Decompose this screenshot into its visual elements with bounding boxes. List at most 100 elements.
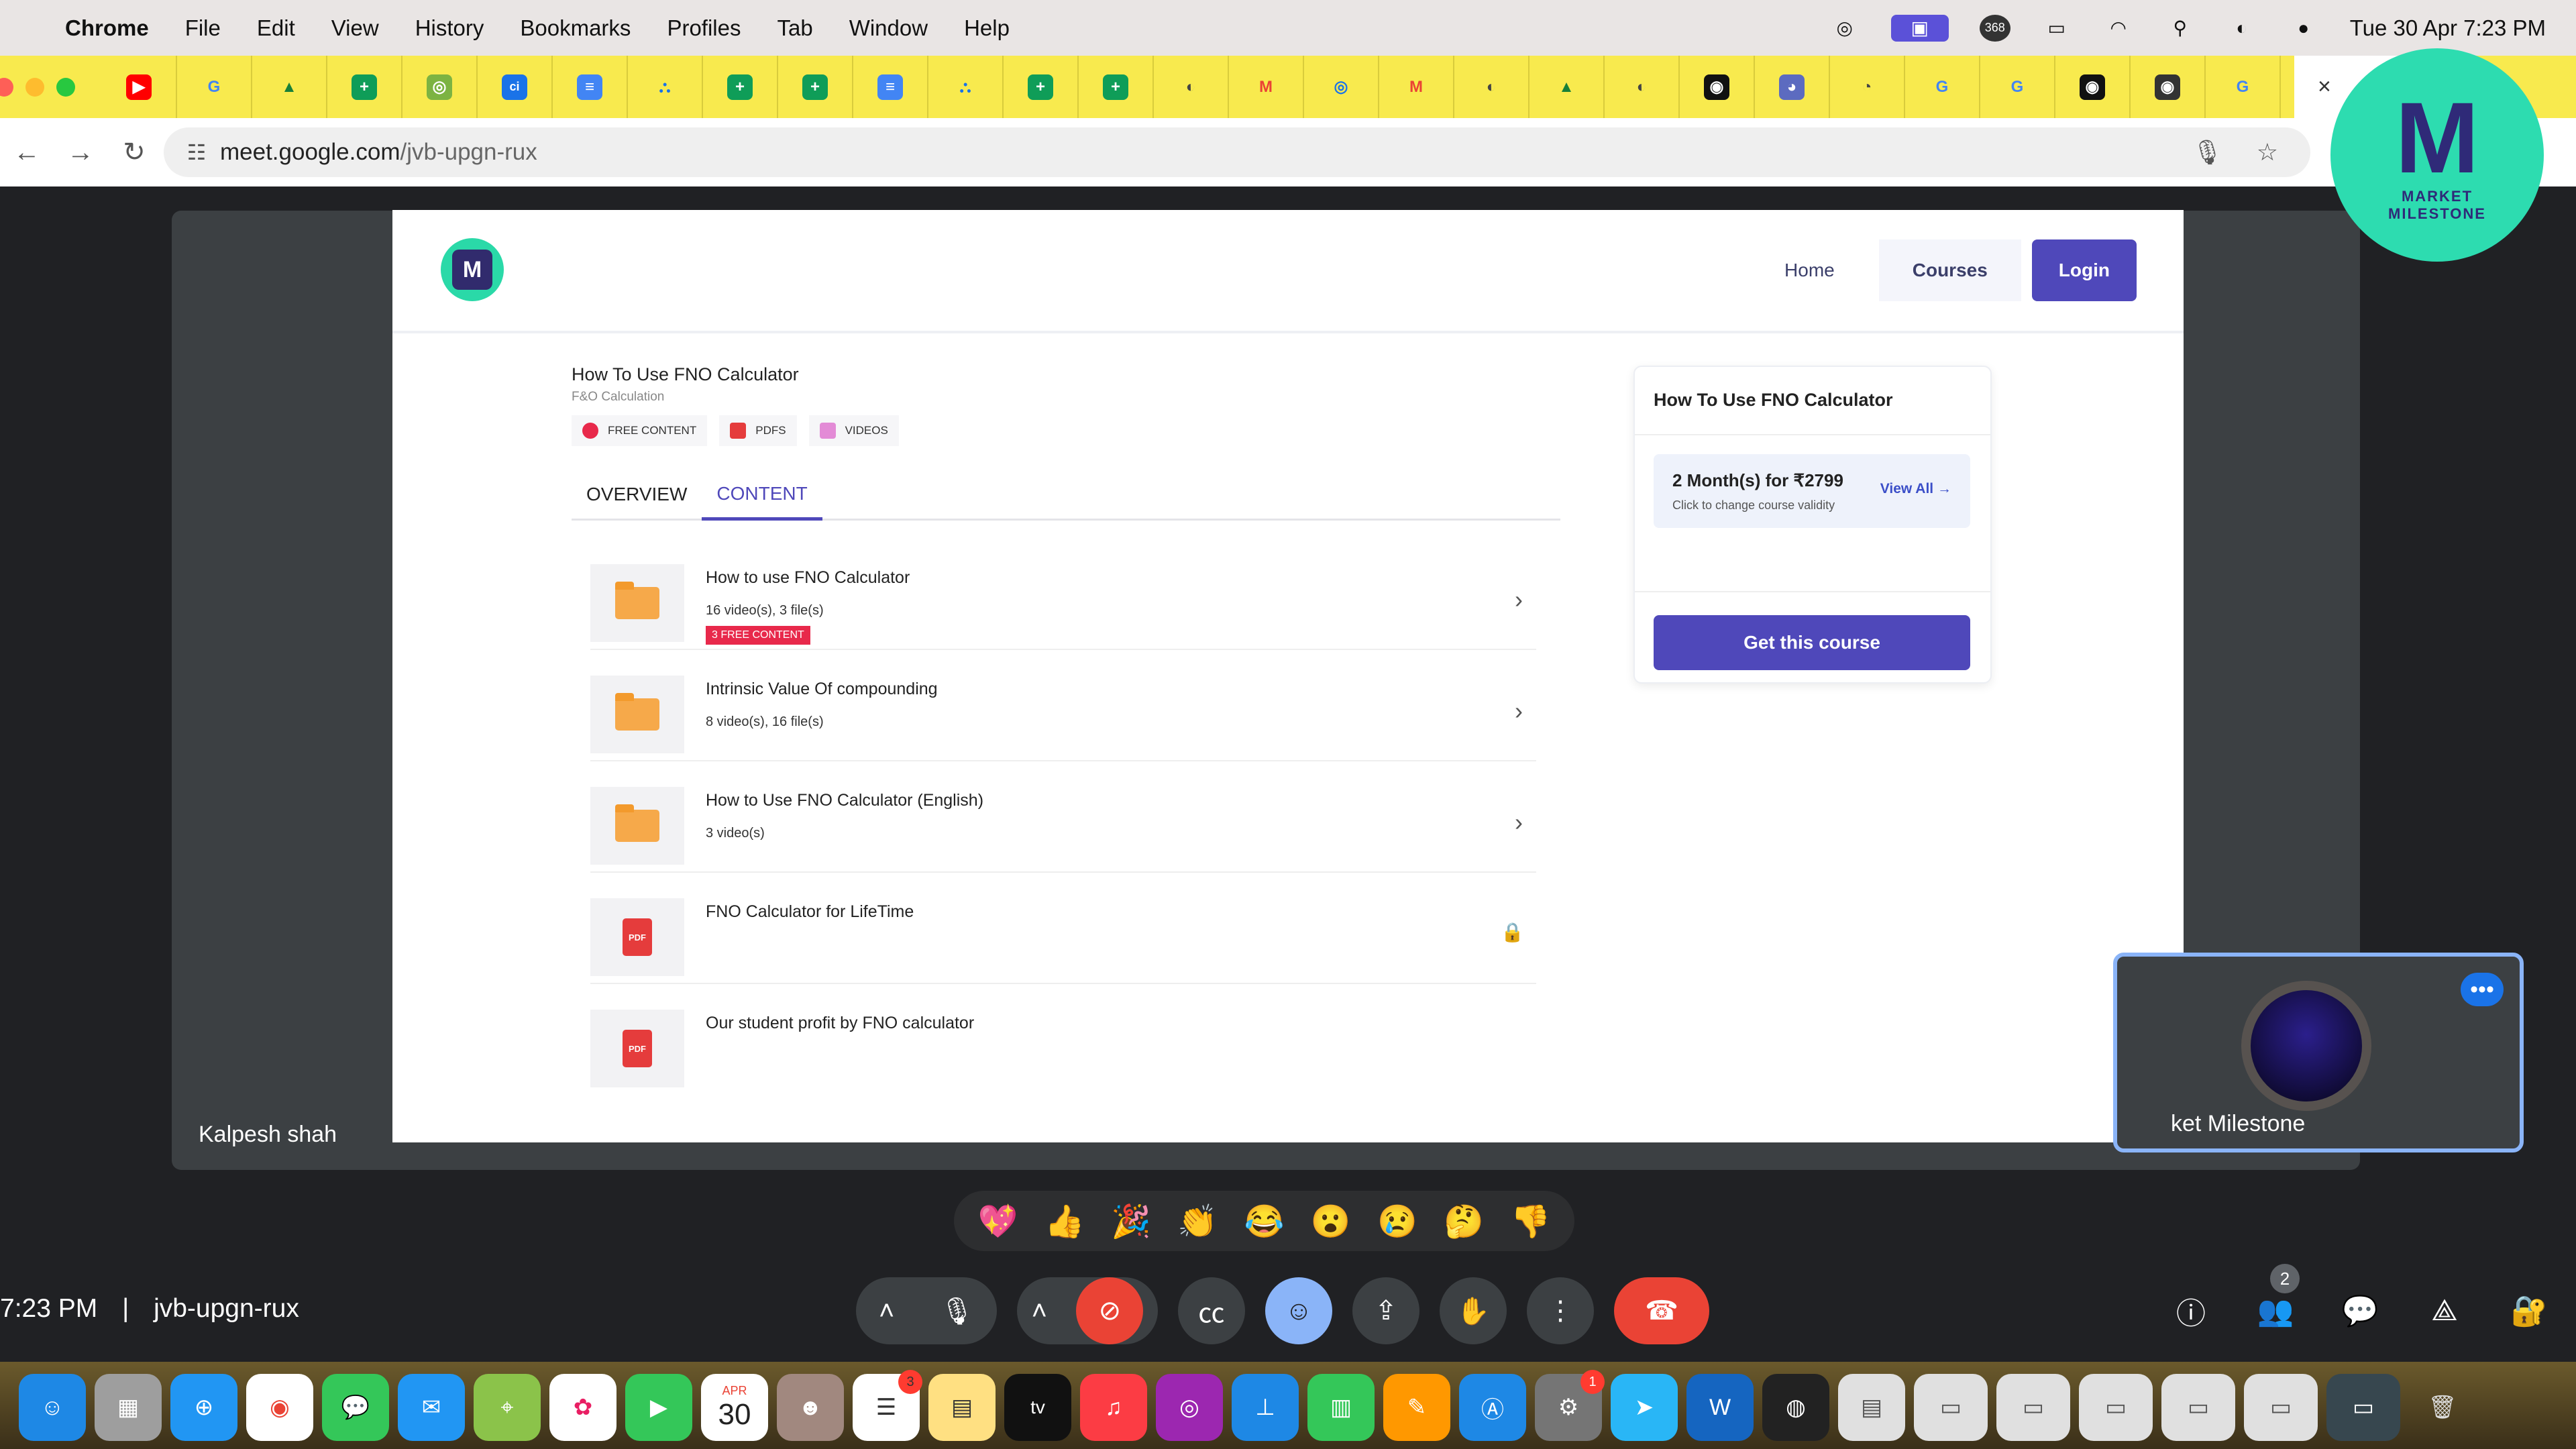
tab-overview[interactable]: OVERVIEW: [572, 470, 702, 519]
menu-help[interactable]: Help: [946, 15, 1028, 41]
tab-google-4[interactable]: G: [2206, 56, 2281, 118]
chevron-up-icon[interactable]: ˄: [879, 1296, 894, 1326]
tab-site[interactable]: ◎: [402, 56, 478, 118]
menu-app-name[interactable]: Chrome: [47, 15, 167, 41]
site-logo[interactable]: M: [441, 238, 504, 301]
minimize-window-button[interactable]: [25, 77, 44, 97]
meeting-details-button[interactable]: ⓘ: [2164, 1279, 2218, 1343]
menu-view[interactable]: View: [313, 15, 397, 41]
tab-drive[interactable]: ▲: [252, 56, 327, 118]
people-button[interactable]: 👥 2: [2249, 1264, 2302, 1343]
dock-telegram[interactable]: ➤: [1611, 1374, 1678, 1441]
host-controls-button[interactable]: 🔐: [2502, 1279, 2556, 1343]
notification-count-icon[interactable]: 368: [1979, 14, 2010, 42]
tab-close-icon[interactable]: ×: [2318, 74, 2331, 100]
content-item[interactable]: How to use FNO Calculator 16 video(s), 3…: [590, 539, 1536, 650]
control-center-icon[interactable]: ◐: [2226, 15, 2257, 42]
dock-system-settings[interactable]: ⚙ 1: [1535, 1370, 1605, 1441]
dock-minimized-window[interactable]: ▭: [1914, 1374, 1988, 1441]
address-bar[interactable]: ☷ meet.google.com/jvb-upgn-rux 🎙 ☆: [164, 127, 2310, 177]
reaction-surprised[interactable]: 😮: [1307, 1197, 1354, 1244]
screen-share-icon[interactable]: ▣: [1890, 14, 1949, 42]
menubar-datetime[interactable]: Tue 30 Apr 7:23 PM: [2350, 15, 2546, 41]
dock-minimized-window[interactable]: ▭: [2079, 1374, 2153, 1441]
dock-keynote[interactable]: ⊥: [1232, 1374, 1299, 1441]
dock-contacts[interactable]: ☻: [777, 1374, 844, 1441]
tab-google[interactable]: G: [177, 56, 252, 118]
tab-content[interactable]: CONTENT: [702, 470, 822, 521]
dock-notes[interactable]: ▤: [928, 1374, 996, 1441]
tab-youtube[interactable]: ▶: [102, 56, 177, 118]
tab-google-2[interactable]: G: [1905, 56, 1980, 118]
reaction-sad[interactable]: 😢: [1374, 1197, 1421, 1244]
spotlight-search-icon[interactable]: ⚲: [2165, 15, 2196, 42]
tab-sheets-3[interactable]: +: [778, 56, 853, 118]
tab-site-4[interactable]: ◐: [1454, 56, 1529, 118]
tab-drive-2[interactable]: ▲: [1529, 56, 1605, 118]
tab-sheets-4[interactable]: +: [1004, 56, 1079, 118]
content-item[interactable]: How to Use FNO Calculator (English) 3 vi…: [590, 761, 1536, 873]
reaction-party[interactable]: 🎉: [1108, 1197, 1155, 1244]
get-course-button[interactable]: Get this course: [1654, 615, 1970, 670]
dock-chrome[interactable]: ◉: [246, 1374, 313, 1441]
content-item[interactable]: Intrinsic Value Of compounding 8 video(s…: [590, 650, 1536, 761]
tab-sheets[interactable]: +: [327, 56, 402, 118]
mic-control[interactable]: ˄ 🎙: [856, 1277, 997, 1344]
wifi-icon[interactable]: ◠: [2103, 15, 2134, 42]
dock-minimized-window[interactable]: ▭: [1996, 1374, 2070, 1441]
zoom-window-button[interactable]: [56, 77, 75, 97]
siri-icon[interactable]: ●: [2288, 15, 2319, 42]
dock-word[interactable]: W: [1686, 1374, 1754, 1441]
dock-music[interactable]: ♫: [1080, 1374, 1147, 1441]
reload-button[interactable]: ↻: [107, 137, 161, 168]
tab-docs[interactable]: ≡: [553, 56, 628, 118]
dock-minimized-window[interactable]: ▭: [2326, 1374, 2400, 1441]
dock-launchpad[interactable]: ▦: [95, 1374, 162, 1441]
back-button[interactable]: ←: [0, 138, 54, 168]
chatgpt-icon[interactable]: ◎: [1829, 15, 1860, 42]
menu-file[interactable]: File: [167, 15, 239, 41]
reaction-heart[interactable]: 💖: [975, 1197, 1022, 1244]
view-all-link[interactable]: View All →: [1880, 481, 1951, 497]
meeting-code[interactable]: jvb-upgn-rux: [154, 1294, 299, 1323]
raise-hand-button[interactable]: ✋: [1440, 1277, 1507, 1344]
dock-numbers[interactable]: ▥: [1307, 1374, 1375, 1441]
validity-selector[interactable]: 2 Month(s) for ₹2799 Click to change cou…: [1654, 454, 1970, 528]
tab-site-9[interactable]: ◉: [2055, 56, 2131, 118]
more-options-button[interactable]: ⋮: [1527, 1277, 1594, 1344]
reaction-thumbs-down[interactable]: 👎: [1507, 1197, 1554, 1244]
reaction-thumbs-up[interactable]: 👍: [1041, 1197, 1088, 1244]
tab-docs-2[interactable]: ≡: [853, 56, 928, 118]
tab-site-2[interactable]: ◐: [1154, 56, 1229, 118]
tab-google-3[interactable]: G: [1980, 56, 2055, 118]
reactions-button[interactable]: ☺: [1265, 1277, 1332, 1344]
present-button[interactable]: ⇪: [1352, 1277, 1419, 1344]
dock-maps[interactable]: ⌖: [474, 1374, 541, 1441]
dock-obs[interactable]: ◍: [1762, 1374, 1829, 1441]
nav-courses[interactable]: Courses: [1878, 239, 2021, 301]
dock-minimized-window[interactable]: ▭: [2161, 1374, 2235, 1441]
dock-finder[interactable]: ☺: [19, 1374, 86, 1441]
dock-tv[interactable]: tv: [1004, 1374, 1071, 1441]
nav-home[interactable]: Home: [1751, 239, 1868, 301]
tab-site-6[interactable]: ◉: [1680, 56, 1755, 118]
content-item[interactable]: PDF FNO Calculator for LifeTime 🔒: [590, 873, 1536, 984]
dock-reminders[interactable]: ☰ 3: [853, 1370, 922, 1441]
dock-podcasts[interactable]: ◎: [1156, 1374, 1223, 1441]
mic-search-icon[interactable]: 🎙: [2192, 138, 2223, 166]
activities-button[interactable]: ⟁: [2418, 1279, 2471, 1343]
menu-bookmarks[interactable]: Bookmarks: [502, 15, 649, 41]
tab-site-5[interactable]: ◐: [1605, 56, 1680, 118]
menu-tab[interactable]: Tab: [759, 15, 830, 41]
dock-recent-document[interactable]: ▤: [1838, 1374, 1905, 1441]
more-options-icon[interactable]: •••: [2461, 973, 2504, 1006]
dock-calendar[interactable]: APR 30: [701, 1374, 768, 1441]
dock-trash[interactable]: 🗑: [2409, 1374, 2476, 1441]
chat-button[interactable]: 💬: [2333, 1279, 2387, 1343]
tab-ci[interactable]: ci: [478, 56, 553, 118]
tab-app-2[interactable]: ⛬: [928, 56, 1004, 118]
camera-control[interactable]: ˄ ⊘: [1017, 1277, 1158, 1344]
chevron-up-icon[interactable]: ˄: [1032, 1296, 1047, 1326]
close-window-button[interactable]: [0, 77, 13, 97]
tab-sheets-5[interactable]: +: [1079, 56, 1154, 118]
